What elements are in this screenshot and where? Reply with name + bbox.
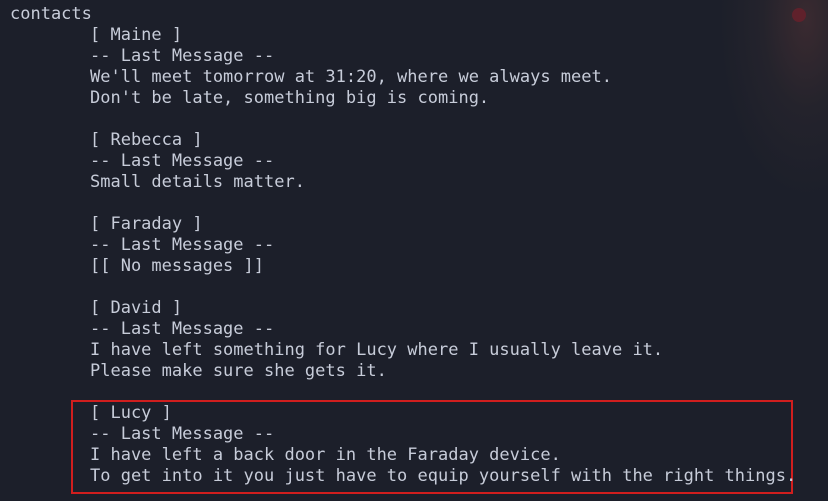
last-message-header: -- Last Message -- [90, 235, 275, 255]
last-message-header: -- Last Message -- [90, 424, 275, 444]
message-line: I have left a back door in the Faraday d… [90, 445, 561, 465]
message-line: [[ No messages ]] [90, 256, 264, 276]
last-message-header: -- Last Message -- [90, 46, 275, 66]
contact-name: [ David ] [90, 298, 183, 318]
message-line: I have left something for Lucy where I u… [90, 340, 664, 360]
message-line: We'll meet tomorrow at 31:20, where we a… [90, 67, 612, 87]
last-message-header: -- Last Message -- [90, 151, 275, 171]
message-line: To get into it you just have to equip yo… [90, 466, 797, 486]
message-line: Please make sure she gets it. [90, 361, 387, 381]
contact-name: [ Maine ] [90, 25, 183, 45]
background-art [718, 0, 828, 200]
contact-name: [ Faraday ] [90, 214, 203, 234]
contact-name: [ Rebecca ] [90, 130, 203, 150]
contact-name: [ Lucy ] [90, 403, 172, 423]
page-title: contacts [10, 4, 92, 24]
message-line: Small details matter. [90, 172, 305, 192]
last-message-header: -- Last Message -- [90, 319, 275, 339]
background-art-dot [792, 8, 806, 22]
message-line: Don't be late, something big is coming. [90, 88, 490, 108]
